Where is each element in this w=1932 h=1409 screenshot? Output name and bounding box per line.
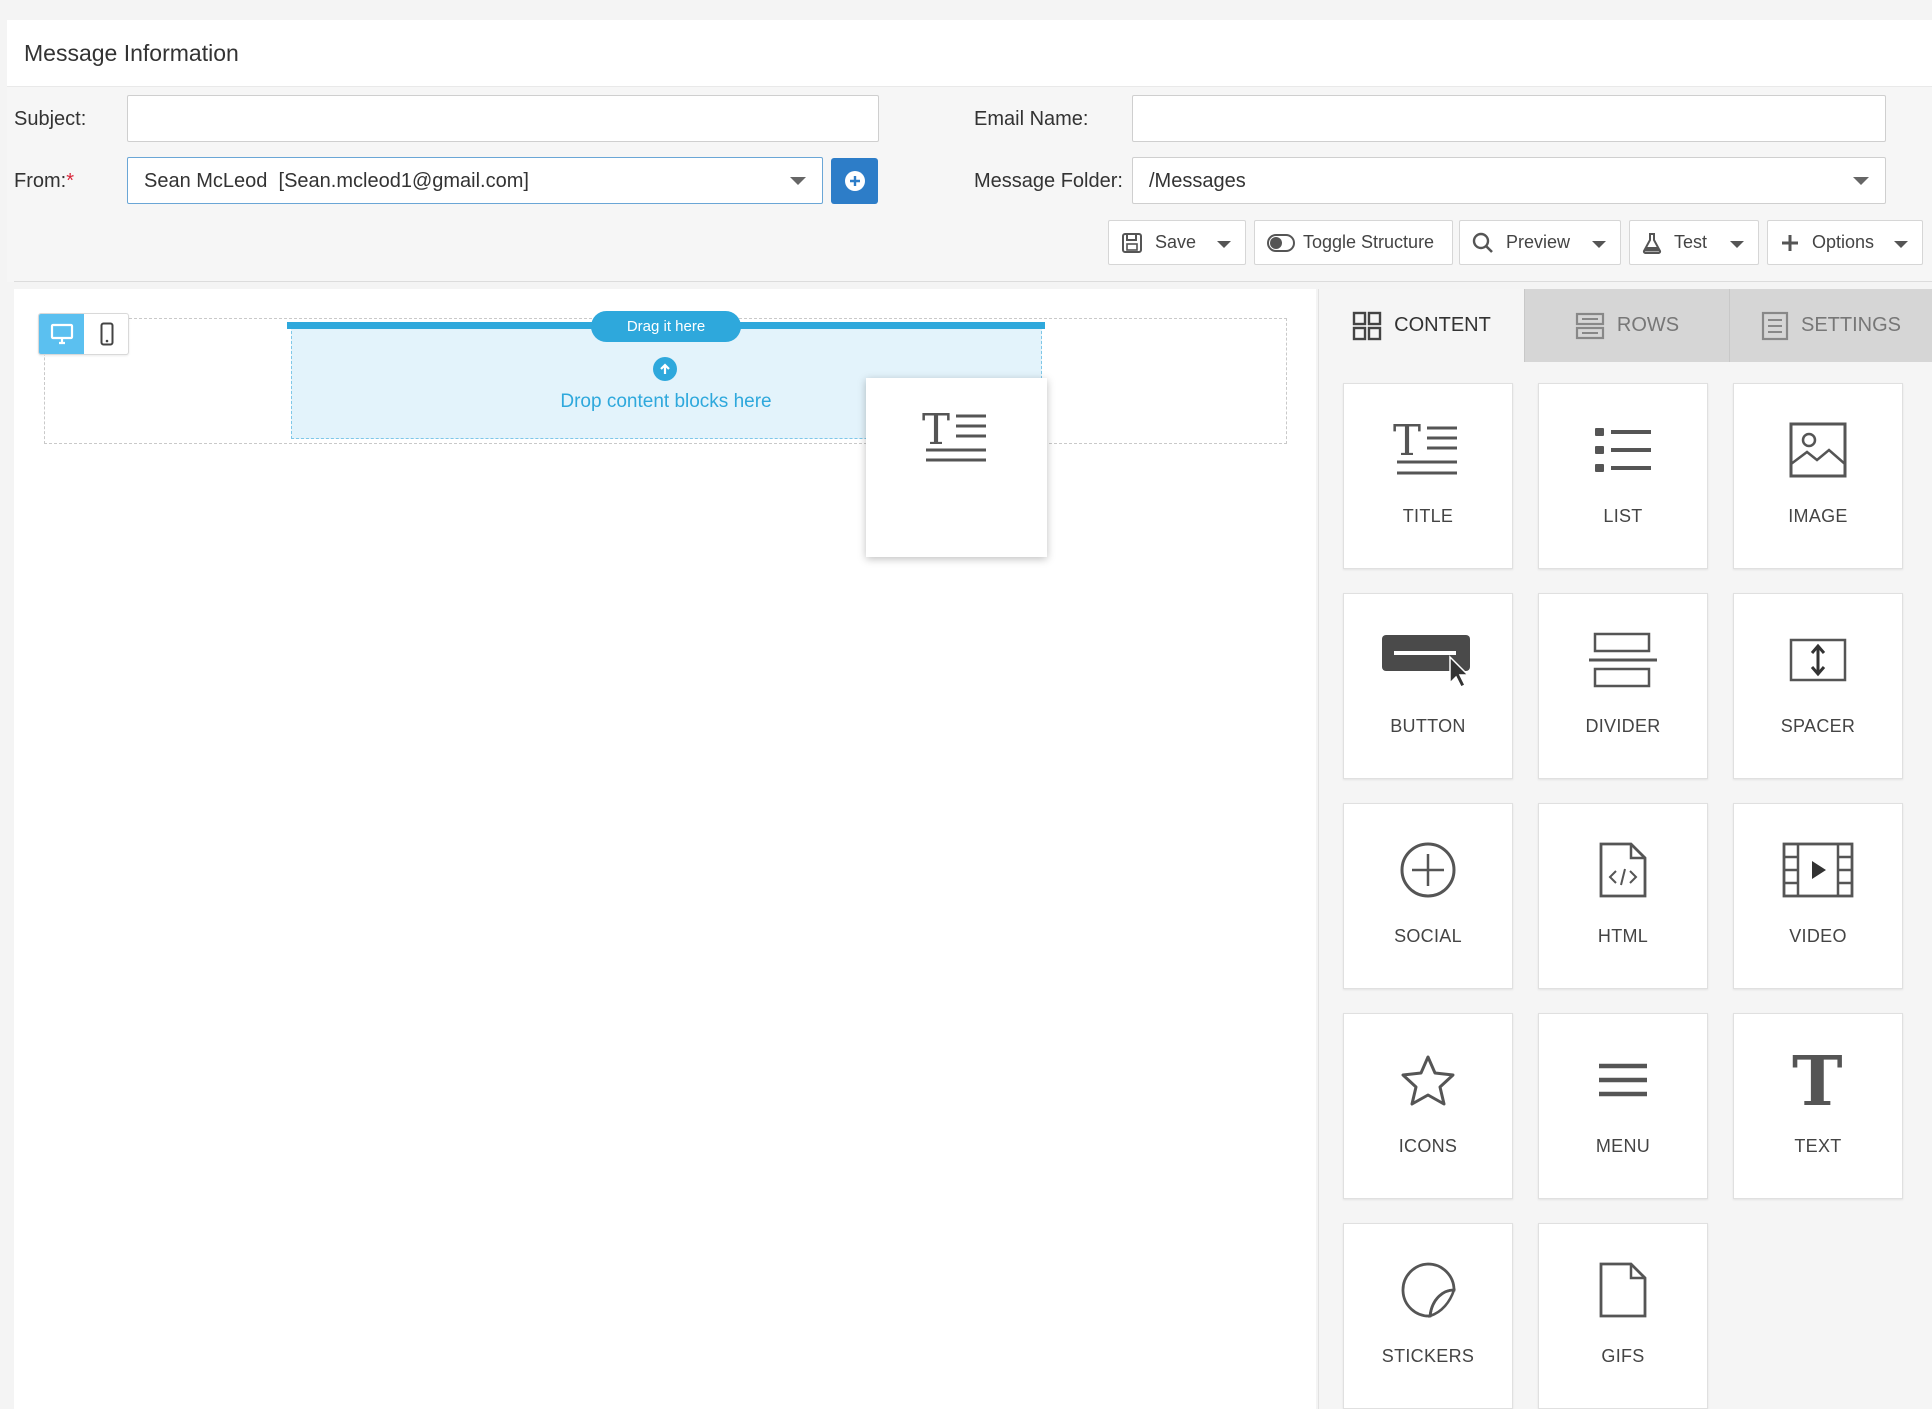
email-canvas[interactable]	[14, 289, 1316, 1409]
sticker-icon	[1344, 1254, 1512, 1326]
preview-button[interactable]: Preview	[1459, 220, 1621, 265]
floppy-disk-icon	[1121, 232, 1143, 254]
subject-label: Subject:	[14, 108, 87, 130]
from-label: From:*	[14, 170, 75, 192]
search-icon	[1472, 232, 1494, 254]
tab-rows[interactable]: ROWS	[1524, 289, 1729, 362]
plus-circle-icon	[844, 171, 865, 191]
message-folder-label: Message Folder:	[974, 170, 1123, 192]
block-stickers[interactable]: STICKERS	[1343, 1223, 1513, 1409]
svg-text:T: T	[1393, 419, 1421, 465]
message-info-header	[7, 20, 1932, 87]
block-gifs[interactable]: GIFS	[1538, 1223, 1708, 1409]
block-divider[interactable]: DIVIDER	[1538, 593, 1708, 779]
mobile-view-button[interactable]	[85, 314, 129, 354]
save-label: Save	[1155, 232, 1197, 252]
block-button[interactable]: BUTTON	[1343, 593, 1513, 779]
title-icon: T	[1344, 414, 1512, 486]
arrow-up-circle-icon	[653, 357, 677, 381]
drag-hint-pill: Drag it here	[591, 311, 741, 342]
preview-label: Preview	[1506, 232, 1571, 252]
menu-icon	[1539, 1044, 1707, 1116]
block-menu[interactable]: MENU	[1538, 1013, 1708, 1199]
html-file-icon	[1539, 834, 1707, 906]
test-button[interactable]: Test	[1629, 220, 1759, 265]
drop-content-text: Drop content blocks here	[560, 391, 772, 412]
test-label: Test	[1674, 232, 1708, 252]
options-button[interactable]: Options	[1767, 220, 1923, 265]
block-spacer[interactable]: SPACER	[1733, 593, 1903, 779]
grid-icon	[1352, 311, 1382, 341]
flask-icon	[1642, 232, 1662, 254]
title-icon: T	[922, 408, 986, 462]
svg-text:T: T	[922, 408, 950, 454]
block-list[interactable]: LIST	[1538, 383, 1708, 569]
add-sender-button[interactable]	[831, 158, 878, 204]
email-name-label: Email Name:	[974, 108, 1089, 130]
block-text[interactable]: T TEXT	[1733, 1013, 1903, 1199]
chevron-down-icon	[1730, 241, 1744, 248]
options-label: Options	[1812, 232, 1875, 252]
message-folder-select[interactable]: /Messages	[1132, 157, 1886, 204]
image-icon	[1734, 414, 1902, 486]
tab-settings[interactable]: SETTINGS	[1729, 289, 1932, 362]
text-icon: T	[1734, 1044, 1902, 1116]
block-icons[interactable]: ICONS	[1343, 1013, 1513, 1199]
subject-input[interactable]	[127, 95, 879, 142]
chevron-down-icon	[1894, 241, 1908, 248]
svg-text:T: T	[1792, 1049, 1843, 1111]
plus-icon	[1780, 233, 1800, 253]
message-folder-value: /Messages	[1149, 170, 1246, 192]
dragged-title-block[interactable]: T	[866, 378, 1047, 557]
chevron-down-icon	[1853, 177, 1869, 185]
rows-icon	[1575, 311, 1605, 341]
toggle-structure-label: Toggle Structure	[1303, 232, 1435, 252]
spacer-icon	[1734, 624, 1902, 696]
video-icon	[1734, 834, 1902, 906]
email-name-input[interactable]	[1132, 95, 1886, 142]
button-icon	[1344, 624, 1512, 696]
tab-content[interactable]: CONTENT	[1319, 289, 1524, 362]
settings-list-icon	[1761, 311, 1789, 341]
section-divider	[14, 281, 1932, 282]
desktop-view-button[interactable]	[39, 314, 84, 354]
required-asterisk: *	[66, 170, 75, 192]
device-toggle	[38, 313, 129, 355]
divider-icon	[1539, 624, 1707, 696]
chevron-down-icon	[1217, 241, 1231, 248]
chevron-down-icon	[790, 177, 806, 185]
toggle-structure-button[interactable]: Toggle Structure	[1254, 220, 1453, 265]
social-plus-icon	[1344, 834, 1512, 906]
chevron-down-icon	[1592, 241, 1606, 248]
mobile-icon	[100, 322, 114, 346]
from-select-value: Sean McLeod [Sean.mcleod1@gmail.com]	[144, 170, 529, 192]
star-icon	[1344, 1044, 1512, 1116]
block-social[interactable]: SOCIAL	[1343, 803, 1513, 989]
save-button[interactable]: Save	[1108, 220, 1246, 265]
gif-file-icon	[1539, 1254, 1707, 1326]
desktop-icon	[50, 323, 73, 345]
block-title[interactable]: T TITLE	[1343, 383, 1513, 569]
list-icon	[1539, 414, 1707, 486]
from-select[interactable]: Sean McLeod [Sean.mcleod1@gmail.com]	[127, 157, 823, 204]
toggle-icon	[1267, 233, 1295, 252]
block-html[interactable]: HTML	[1538, 803, 1708, 989]
page-title: Message Information	[24, 40, 239, 66]
block-video[interactable]: VIDEO	[1733, 803, 1903, 989]
block-image[interactable]: IMAGE	[1733, 383, 1903, 569]
